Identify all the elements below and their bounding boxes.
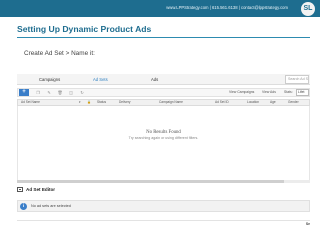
notice-text: No ad sets are selected xyxy=(31,204,71,208)
slide-title: Setting Up Dynamic Product Ads xyxy=(17,24,152,34)
column-header[interactable]: Status xyxy=(97,100,106,105)
empty-state-title: No Results Found xyxy=(146,130,181,135)
contact-info: www.LPPStrategy.com | 615.561.6138 | con… xyxy=(166,5,288,10)
copy-icon[interactable]: ❐ xyxy=(35,90,41,95)
edit-icon[interactable]: ✎ xyxy=(46,90,52,95)
column-header[interactable]: Location xyxy=(247,100,259,105)
scrollbar-thumb[interactable] xyxy=(17,180,284,183)
horizontal-scrollbar[interactable] xyxy=(17,180,310,183)
tab-campaigns[interactable]: Campaigns xyxy=(39,74,60,85)
column-header[interactable]: Delivery xyxy=(119,100,131,105)
tab-ads[interactable]: Ads xyxy=(151,74,158,85)
sort-icon[interactable]: ▾ xyxy=(79,100,81,105)
editor-title: Ad Set Editor xyxy=(26,187,56,192)
company-logo: SL xyxy=(301,2,315,16)
view-ads-link[interactable]: View Ads xyxy=(262,89,276,96)
slide-subtitle: Create Ad Set > Name it: xyxy=(24,50,95,57)
top-banner: www.LPPStrategy.com | 615.561.6138 | con… xyxy=(0,0,320,17)
column-header[interactable]: Ad Set ID xyxy=(215,100,229,105)
column-header[interactable]: Ad Set Name xyxy=(21,100,40,105)
ads-manager-screenshot: Campaigns Ad Sets Ads Search Ad S + ❐ ✎ … xyxy=(17,72,310,227)
adset-editor-header: Ad Set Editor xyxy=(17,186,310,195)
create-adset-button[interactable]: + xyxy=(19,89,29,96)
stats-label: Stats: xyxy=(284,90,293,94)
trash-icon[interactable]: 🗑 xyxy=(57,90,63,95)
search-adsets-input[interactable]: Search Ad S xyxy=(285,75,309,84)
table-toolbar: + ❐ ✎ 🗑 ◫ ↻ View Campaigns View Ads Stat… xyxy=(17,88,310,97)
bottom-bar-label[interactable]: Se xyxy=(306,221,310,227)
no-selection-notice: i No ad sets are selected xyxy=(17,200,310,212)
title-divider xyxy=(17,37,310,38)
stats-dropdown[interactable]: Lifet xyxy=(296,89,309,96)
column-header[interactable]: Age xyxy=(270,100,276,105)
info-icon: i xyxy=(20,203,27,210)
adsets-table-body xyxy=(17,106,310,180)
preview-icon[interactable]: ◫ xyxy=(68,90,74,95)
refresh-icon[interactable]: ↻ xyxy=(79,90,85,95)
empty-state-hint: Try searching again or using different f… xyxy=(128,136,199,140)
view-campaigns-link[interactable]: View Campaigns xyxy=(229,89,254,96)
panel-icon xyxy=(17,187,23,192)
column-header[interactable]: Gender xyxy=(288,100,299,105)
tab-ad-sets[interactable]: Ad Sets xyxy=(93,74,108,85)
lock-icon: 🔒 xyxy=(87,100,91,104)
table-header: Ad Set Name ▾ 🔒 Status Delivery Campaign… xyxy=(17,99,310,106)
tab-bar: Campaigns Ad Sets Ads Search Ad S xyxy=(17,74,310,85)
column-header[interactable]: Campaign Name xyxy=(159,100,183,105)
bottom-bar: Se xyxy=(17,220,310,226)
